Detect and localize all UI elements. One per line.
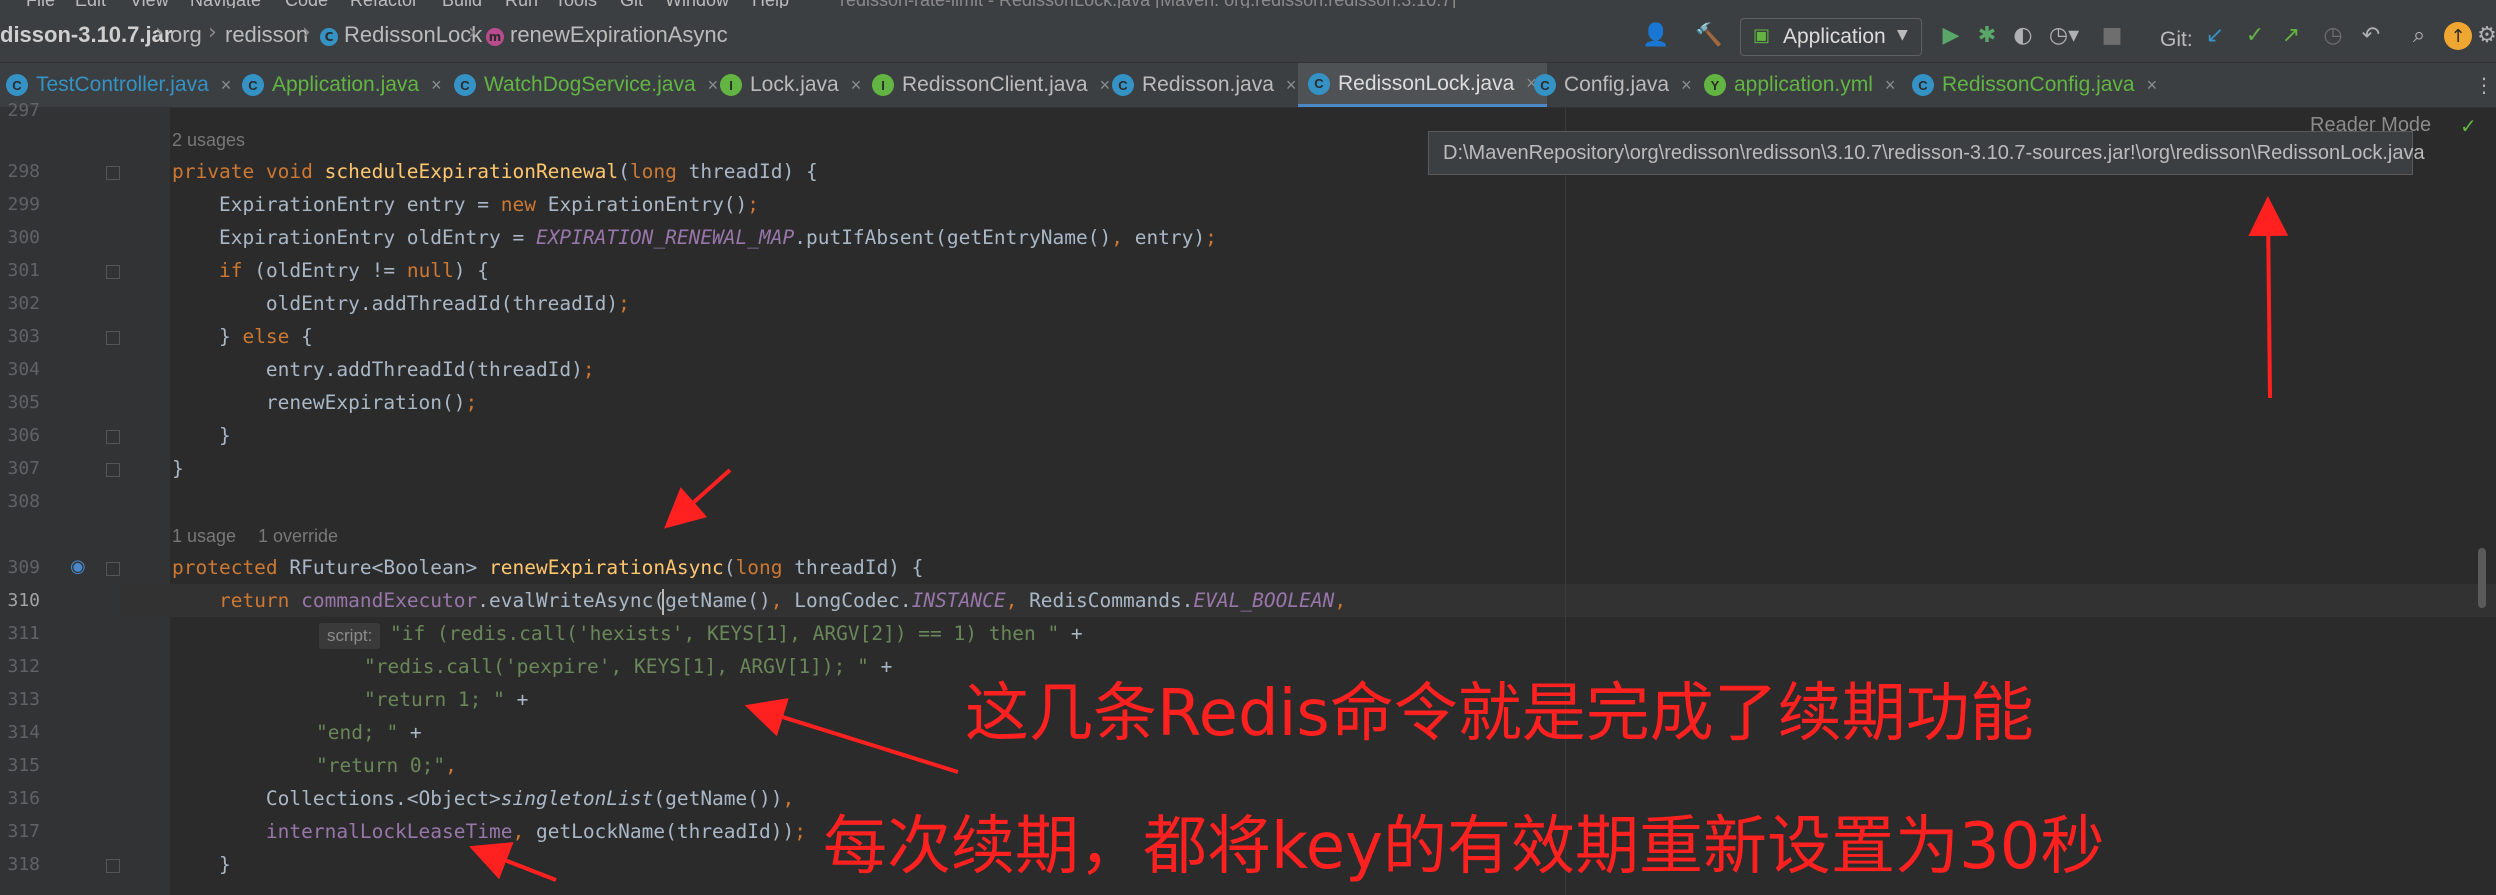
arrow-to-method <box>664 468 732 529</box>
annotation-arrows <box>469 196 2289 882</box>
arrow-to-script <box>744 698 959 774</box>
arrow-to-lease-time <box>469 842 557 882</box>
arrow-to-tooltip <box>2248 196 2289 399</box>
